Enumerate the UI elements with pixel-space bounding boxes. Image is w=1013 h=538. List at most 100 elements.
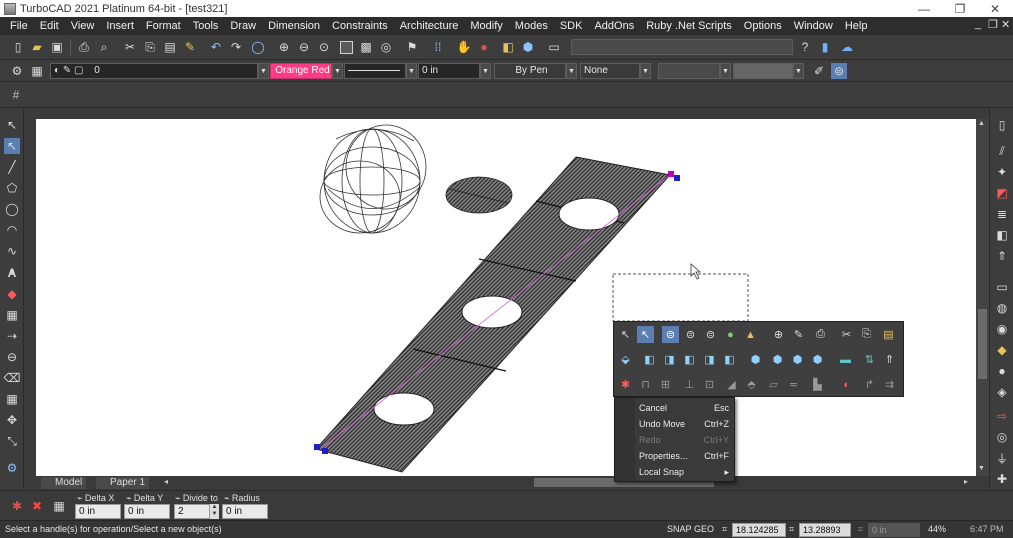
zoom-previous-icon[interactable]: ◎ <box>378 39 394 55</box>
book-icon[interactable]: ▮ <box>817 39 833 55</box>
palette-material-icon[interactable]: ● <box>722 326 739 343</box>
palette-extrude-icon[interactable]: ⬙ <box>617 351 634 368</box>
circle-tool-icon[interactable]: ◯ <box>4 201 20 217</box>
line-tool-icon[interactable]: ╱ <box>4 159 20 175</box>
palette-shape-icon[interactable]: ⬘ <box>743 376 760 393</box>
menu-architecture[interactable]: Architecture <box>394 20 465 32</box>
scroll-right-arrow-icon[interactable]: ▸ <box>964 477 968 486</box>
context-menu-cancel[interactable]: Cancel Esc <box>639 400 733 416</box>
palette-layers-2-icon[interactable]: ⊜ <box>702 326 719 343</box>
palette-align-icon[interactable]: ⇅ <box>861 351 878 368</box>
settings-tool-icon[interactable]: ⚙ <box>4 460 20 476</box>
menu-dimension[interactable]: Dimension <box>262 20 326 32</box>
context-menu-properties[interactable]: Properties... Ctrl+F <box>639 448 733 464</box>
palette-box-5-icon[interactable]: ◧ <box>721 351 738 368</box>
palette-paste-icon[interactable]: ▤ <box>880 326 897 343</box>
selection-handle-top[interactable] <box>668 171 674 177</box>
context-menu-redo[interactable]: Redo Ctrl+Y <box>639 432 733 448</box>
x-coordinate-field[interactable]: 18.124285 in <box>732 523 786 538</box>
open-folder-icon[interactable]: ▰ <box>29 39 45 55</box>
palette-plane-icon[interactable]: ▬ <box>837 351 854 368</box>
cut-icon[interactable]: ✂ <box>122 39 138 55</box>
extrude-icon[interactable]: ⇑ <box>994 248 1010 264</box>
menu-modes[interactable]: Modes <box>509 20 554 32</box>
palette-bridge-icon[interactable]: ⊓ <box>637 376 654 393</box>
fill-color-dropdown-arrow[interactable]: ▼ <box>720 63 731 79</box>
palette-frame-icon[interactable]: ⊡ <box>701 376 718 393</box>
geo-indicator[interactable]: GEO <box>694 524 714 534</box>
palette-wall-icon[interactable]: ▱ <box>765 376 782 393</box>
render-icon[interactable]: ⬢ <box>520 39 536 55</box>
solids-icon[interactable]: ◧ <box>994 227 1010 243</box>
text-tool-icon[interactable]: A <box>4 265 20 281</box>
menu-insert[interactable]: Insert <box>100 20 140 32</box>
selection-handle-bottom[interactable] <box>314 444 320 450</box>
menu-tools[interactable]: Tools <box>187 20 225 32</box>
layer-manager-icon[interactable]: ▦ <box>29 63 45 79</box>
zoom-extents-icon[interactable] <box>338 39 354 55</box>
print-preview-icon[interactable]: ⌕ <box>96 39 112 55</box>
menu-format[interactable]: Format <box>140 20 187 32</box>
pen-width-dropdown-arrow[interactable]: ▼ <box>566 63 577 79</box>
divide-to-spinner[interactable]: ▲ ▼ <box>210 504 219 519</box>
palette-layer-icon[interactable]: ⊜ <box>662 326 679 343</box>
menu-options[interactable]: Options <box>738 20 788 32</box>
palette-up-icon[interactable]: ⇑ <box>881 351 898 368</box>
palette-light-icon[interactable]: ▲ <box>742 326 759 343</box>
grid-snap-icon[interactable]: # <box>8 87 24 103</box>
clipboard-icon[interactable]: ▭ <box>546 39 562 55</box>
palette-slab-icon[interactable]: ≂ <box>785 376 802 393</box>
menu-constraints[interactable]: Constraints <box>326 20 394 32</box>
palette-ramp-icon[interactable]: ◢ <box>723 376 740 393</box>
palette-box-icon[interactable]: ◧ <box>641 351 658 368</box>
array-tool-icon[interactable]: ▦ <box>4 391 20 407</box>
modify-tool-icon[interactable]: ⊖ <box>4 349 20 365</box>
mdi-minimize-button[interactable]: _ <box>975 18 981 30</box>
block-tool-icon[interactable]: ⇢ <box>4 328 20 344</box>
render-mode-icon[interactable]: ◈ <box>994 384 1010 400</box>
pan-hand-icon[interactable]: ✋ <box>456 39 472 55</box>
record-icon[interactable]: ● <box>476 39 492 55</box>
undo-icon[interactable]: ↶ <box>208 39 224 55</box>
palette-box-4-icon[interactable]: ◨ <box>701 351 718 368</box>
new-file-icon[interactable]: ▯ <box>10 39 26 55</box>
palette-section-icon[interactable]: ◖ <box>837 376 854 393</box>
fill-dropdown-arrow[interactable]: ▼ <box>640 63 651 79</box>
snap-indicator[interactable]: SNAP <box>667 524 692 534</box>
print-icon[interactable]: ⎙ <box>76 39 92 55</box>
palette-cube-2-icon[interactable]: ⬢ <box>769 351 786 368</box>
hatch-tool-icon[interactable]: ▦ <box>4 307 20 323</box>
cloud-icon[interactable]: ☁ <box>839 39 855 55</box>
panel-toggle-icon[interactable]: ▯ <box>994 117 1010 133</box>
minimize-button[interactable]: — <box>907 0 941 17</box>
sphere-icon[interactable]: ◉ <box>994 321 1010 337</box>
arc-tool-icon[interactable]: ◠ <box>4 222 20 238</box>
thickness-field[interactable]: 0 in <box>418 63 480 79</box>
camera-icon[interactable]: ◎ <box>994 429 1010 445</box>
menu-help[interactable]: Help <box>839 20 874 32</box>
curve-tool-icon[interactable]: ∿ <box>4 243 20 259</box>
palette-transform-icon[interactable]: ↱ <box>861 376 878 393</box>
context-menu-local-snap[interactable]: Local Snap ▸ <box>639 464 733 480</box>
palette-block-icon[interactable]: ▙ <box>809 376 826 393</box>
scroll-up-arrow-icon[interactable]: ▲ <box>978 120 985 127</box>
close-button[interactable]: ✕ <box>978 0 1012 17</box>
z-coordinate-field[interactable]: 0 in <box>868 523 920 537</box>
mdi-close-button[interactable]: ✕ <box>1001 18 1010 31</box>
hatched-ellipse[interactable] <box>445 176 513 214</box>
boolean-icon[interactable]: ◩ <box>994 185 1010 201</box>
zoom-window-icon[interactable]: ⊙ <box>316 39 332 55</box>
layer-visibility-icon[interactable]: ⊜ <box>831 63 847 79</box>
block-icon[interactable]: ◧ <box>500 39 516 55</box>
line-style-dropdown-arrow[interactable]: ▼ <box>406 63 417 79</box>
drawing-canvas[interactable] <box>36 119 976 476</box>
restore-button[interactable]: ❐ <box>943 0 977 17</box>
material-icon[interactable]: ◆ <box>994 342 1010 358</box>
vertical-scroll-thumb[interactable] <box>978 309 987 379</box>
menu-modify[interactable]: Modify <box>464 20 508 32</box>
zoom-page-icon[interactable]: ▩ <box>358 39 374 55</box>
menu-sdk[interactable]: SDK <box>554 20 589 32</box>
menu-edit[interactable]: Edit <box>34 20 65 32</box>
layer-dropdown-arrow[interactable]: ▼ <box>258 63 269 79</box>
save-icon[interactable]: ▣ <box>49 39 65 55</box>
